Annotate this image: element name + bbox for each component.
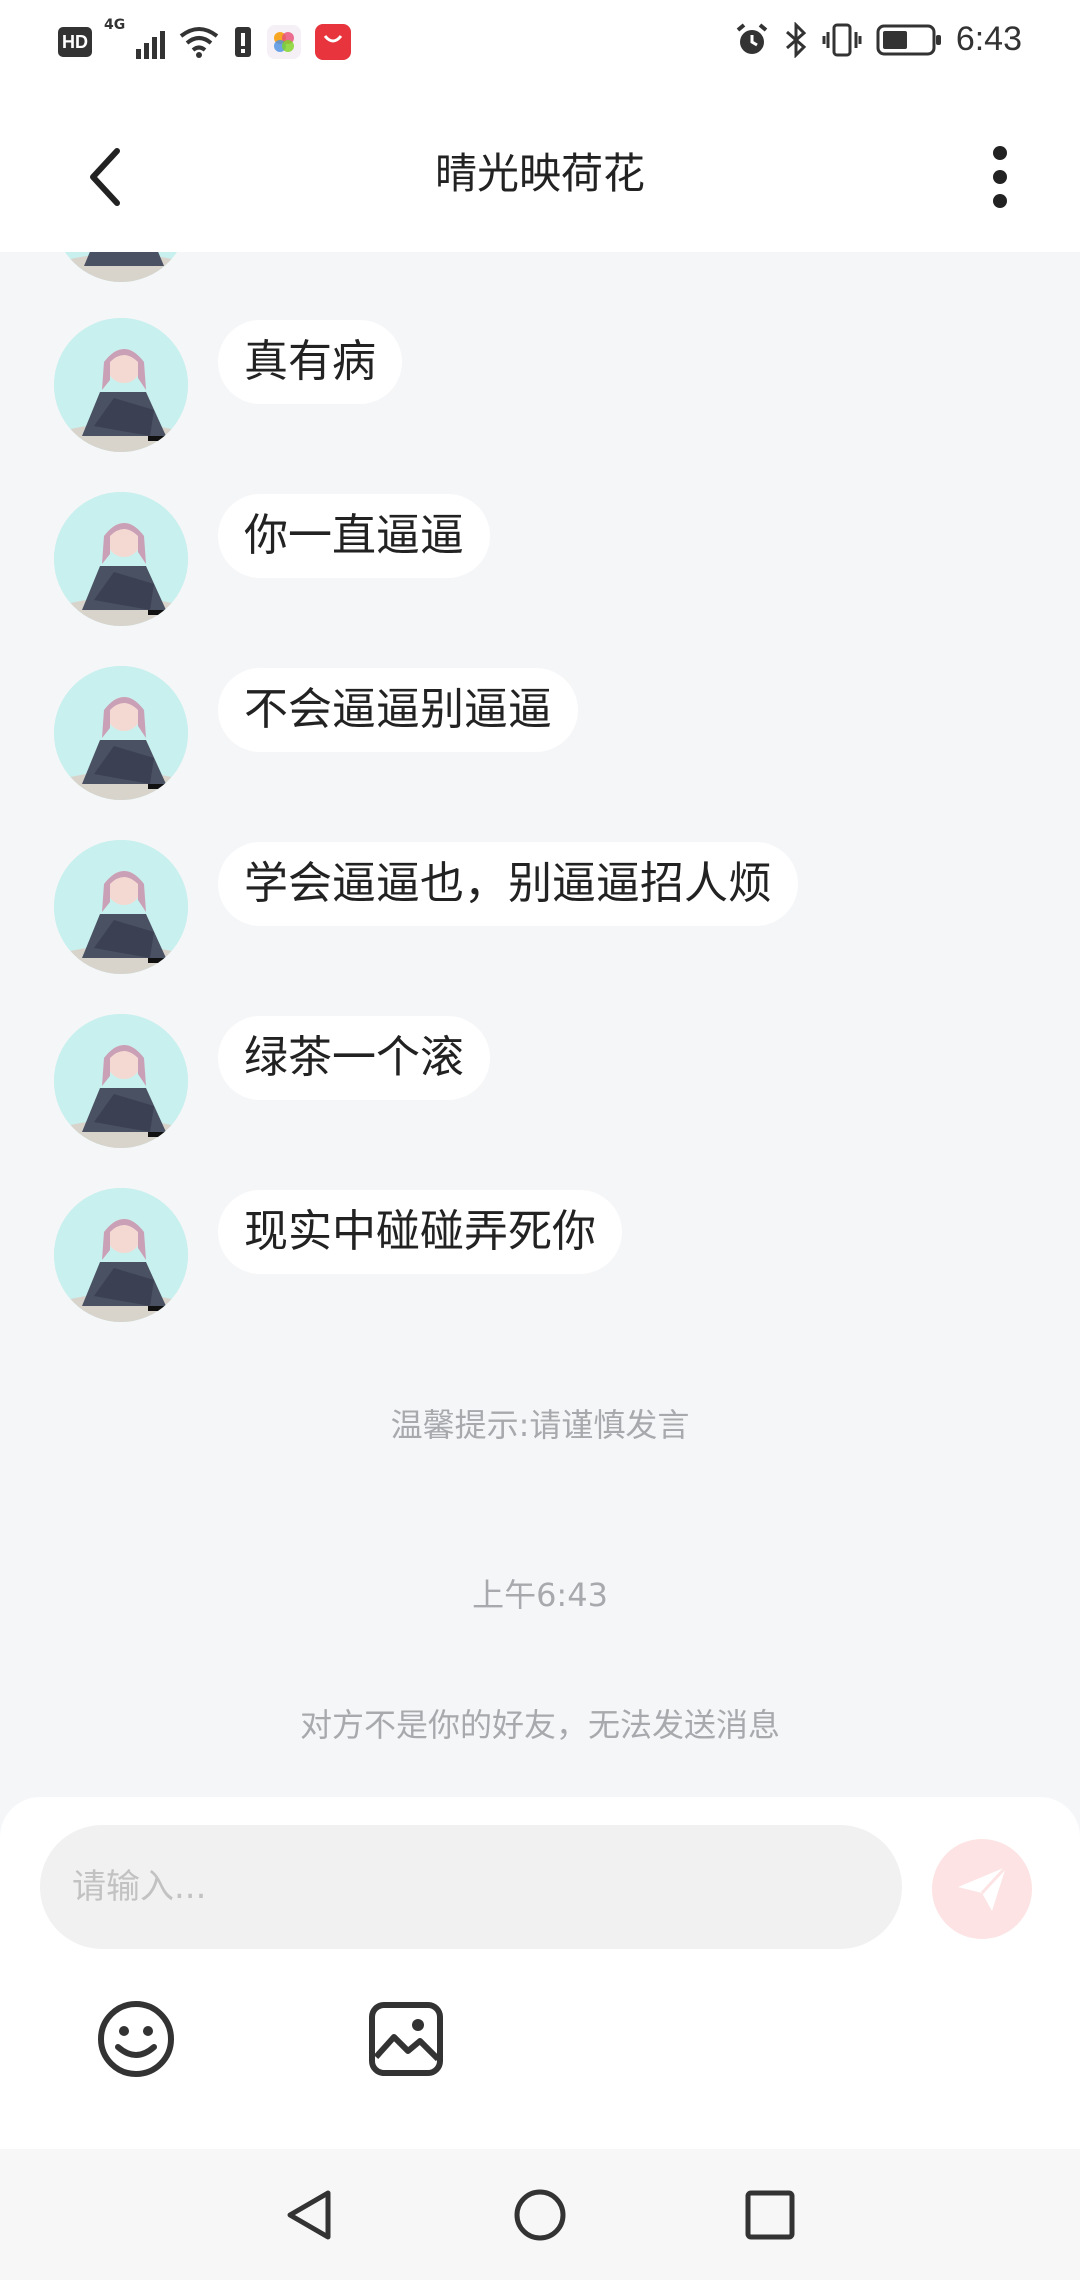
page-title: 晴光映荷花 [434, 149, 645, 198]
battery-icon [876, 24, 941, 55]
avatar-image [54, 1014, 188, 1148]
status-time: 6:43 [955, 20, 1022, 58]
emoji-button[interactable] [94, 1997, 178, 2081]
alarm-icon [736, 22, 768, 54]
message-bubble[interactable]: 学会逼逼也，别逼逼招人烦 [218, 842, 798, 926]
circle-home-icon [514, 2189, 566, 2241]
more-vertical-icon [993, 146, 1007, 208]
network-type-label: 4G [104, 17, 126, 33]
message-bubble[interactable]: 你一直逼逼 [218, 494, 490, 578]
message-timestamp: 上午6:43 [472, 1576, 608, 1614]
avatar[interactable] [54, 666, 188, 800]
triangle-back-icon [287, 2190, 331, 2240]
smiley-icon [98, 2001, 174, 2077]
message-row: 不会逼逼别逼逼 [54, 666, 1054, 806]
avatar[interactable] [54, 1188, 188, 1322]
not-friend-notice: 对方不是你的好友，无法发送消息 [299, 1706, 780, 1744]
alert-icon [235, 27, 251, 57]
status-left-icons: HD 4G [58, 17, 351, 60]
image-button[interactable] [364, 1997, 448, 2081]
message-row: 学会逼逼也，别逼逼招人烦 [54, 840, 1054, 980]
system-navigation-bar [0, 2149, 1080, 2280]
photos-app-icon [267, 25, 301, 59]
warning-notice: 温馨提示:请谨慎发言 [390, 1406, 690, 1444]
message-bubble[interactable]: 现实中碰碰弄死你 [218, 1190, 622, 1274]
message-row: 绿茶一个滚 [54, 1014, 1054, 1154]
send-button[interactable] [932, 1839, 1032, 1939]
image-icon [369, 2002, 443, 2076]
nav-recents-button[interactable] [732, 2177, 808, 2253]
hd-icon: HD [58, 27, 92, 57]
avatar-image [54, 1188, 188, 1322]
send-icon [958, 1865, 1008, 1911]
avatar[interactable] [54, 1014, 188, 1148]
signal-icon: 4G [104, 17, 165, 59]
avatar-image [54, 666, 188, 800]
status-right-icons: 6:43 [734, 20, 1022, 59]
nav-home-button[interactable] [502, 2177, 578, 2253]
avatar[interactable] [54, 318, 188, 452]
wifi-icon [179, 27, 219, 58]
chat-header: 晴光映荷花 [0, 92, 1080, 252]
nav-back-button[interactable] [272, 2177, 348, 2253]
bluetooth-icon [785, 21, 807, 58]
message-input[interactable] [40, 1825, 902, 1949]
message-bubble[interactable]: 不会逼逼别逼逼 [218, 668, 578, 752]
avatar-image [54, 492, 188, 626]
avatar-image [54, 840, 188, 974]
input-panel [0, 1797, 1080, 2149]
vibrate-icon [822, 23, 862, 56]
avatar[interactable] [54, 252, 188, 282]
avatar-image [54, 252, 188, 282]
appgallery-icon [315, 24, 351, 60]
avatar[interactable] [54, 492, 188, 626]
message-row: 真有病 [54, 318, 1054, 458]
square-recents-icon [745, 2190, 795, 2240]
message-row: 你一直逼逼 [54, 492, 1054, 632]
message-row: 现实中碰碰弄死你 [54, 1188, 1054, 1328]
message-bubble[interactable]: 绿茶一个滚 [218, 1016, 490, 1100]
avatar[interactable] [54, 840, 188, 974]
more-options-button[interactable] [960, 132, 1040, 222]
status-bar: HD 4G 6:43 [0, 0, 1080, 92]
chat-message-list[interactable]: 真有病 你一直逼逼 不会逼逼别逼逼 学会逼逼也，别逼逼招人烦 绿茶一个滚 现实中… [0, 252, 1080, 1797]
message-bubble[interactable]: 真有病 [218, 320, 402, 404]
avatar-image [54, 318, 188, 452]
